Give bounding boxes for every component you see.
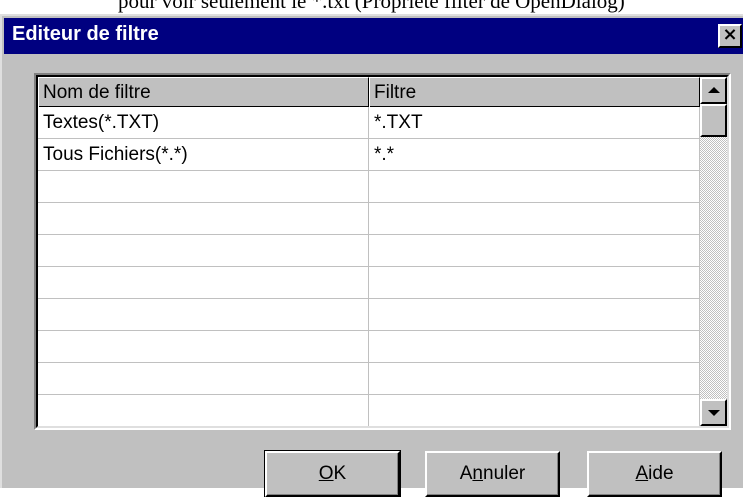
cell-filter-name[interactable] bbox=[38, 331, 369, 362]
filter-grid: Nom de filtre Filtre Textes(*.TXT) *.TXT… bbox=[34, 73, 731, 430]
arrow-up-icon bbox=[708, 87, 720, 93]
scroll-thumb[interactable] bbox=[700, 104, 727, 137]
cell-filter-pattern[interactable]: *.* bbox=[369, 139, 700, 170]
column-header-filter-name[interactable]: Nom de filtre bbox=[38, 77, 369, 107]
cancel-mnemonic: n bbox=[472, 463, 483, 484]
vertical-scrollbar[interactable] bbox=[700, 77, 727, 426]
scroll-down-button[interactable] bbox=[700, 399, 727, 426]
filter-editor-dialog: Editeur de filtre × Nom de filtre Filtre… bbox=[0, 14, 743, 497]
cell-filter-pattern[interactable]: *.TXT bbox=[369, 107, 700, 138]
ok-button[interactable]: OK bbox=[264, 450, 401, 497]
table-row[interactable] bbox=[38, 203, 700, 235]
title-bar[interactable]: Editeur de filtre × bbox=[4, 18, 743, 54]
cancel-label-before: A bbox=[459, 463, 473, 484]
cell-filter-pattern[interactable] bbox=[369, 171, 700, 202]
cell-filter-name[interactable] bbox=[38, 363, 369, 394]
page-caption: pour voir seulement le *.txt (Propriété … bbox=[118, 0, 625, 13]
ok-mnemonic: O bbox=[318, 463, 334, 484]
table-row[interactable] bbox=[38, 363, 700, 395]
dialog-title: Editeur de filtre bbox=[12, 23, 159, 45]
table-row[interactable] bbox=[38, 235, 700, 267]
grid-header-row: Nom de filtre Filtre bbox=[38, 77, 700, 107]
cell-filter-name[interactable] bbox=[38, 235, 369, 266]
cell-filter-pattern[interactable] bbox=[369, 299, 700, 330]
scroll-up-button[interactable] bbox=[700, 77, 727, 104]
arrow-down-icon bbox=[708, 410, 720, 416]
cell-filter-pattern[interactable] bbox=[369, 363, 700, 394]
table-row[interactable] bbox=[38, 267, 700, 299]
ok-label-after: K bbox=[333, 463, 347, 484]
table-row[interactable]: Tous Fichiers(*.*) *.* bbox=[38, 139, 700, 171]
cancel-button[interactable]: Annuler bbox=[425, 451, 560, 497]
cell-filter-pattern[interactable] bbox=[369, 331, 700, 362]
table-row[interactable] bbox=[38, 331, 700, 363]
cell-filter-name[interactable] bbox=[38, 171, 369, 202]
help-button[interactable]: Aide bbox=[587, 451, 722, 497]
table-row[interactable]: Textes(*.TXT) *.TXT bbox=[38, 107, 700, 139]
close-icon: × bbox=[722, 24, 738, 45]
filter-grid-body: Nom de filtre Filtre Textes(*.TXT) *.TXT… bbox=[36, 75, 729, 428]
close-button[interactable]: × bbox=[718, 24, 742, 48]
table-row[interactable] bbox=[38, 171, 700, 203]
cell-filter-name[interactable] bbox=[38, 267, 369, 298]
cell-filter-pattern[interactable] bbox=[369, 267, 700, 298]
column-header-filter[interactable]: Filtre bbox=[369, 77, 700, 107]
help-label-after: ide bbox=[648, 463, 674, 484]
table-row[interactable] bbox=[38, 395, 700, 426]
cell-filter-name[interactable] bbox=[38, 299, 369, 330]
cell-filter-pattern[interactable] bbox=[369, 203, 700, 234]
cell-filter-name[interactable] bbox=[38, 203, 369, 234]
cell-filter-name[interactable] bbox=[38, 395, 369, 426]
cell-filter-name[interactable]: Textes(*.TXT) bbox=[38, 107, 369, 138]
cell-filter-name[interactable]: Tous Fichiers(*.*) bbox=[38, 139, 369, 170]
help-mnemonic: A bbox=[635, 463, 649, 484]
cancel-label-after: nuler bbox=[483, 463, 526, 484]
cell-filter-pattern[interactable] bbox=[369, 395, 700, 426]
cell-filter-pattern[interactable] bbox=[369, 235, 700, 266]
table-row[interactable] bbox=[38, 299, 700, 331]
